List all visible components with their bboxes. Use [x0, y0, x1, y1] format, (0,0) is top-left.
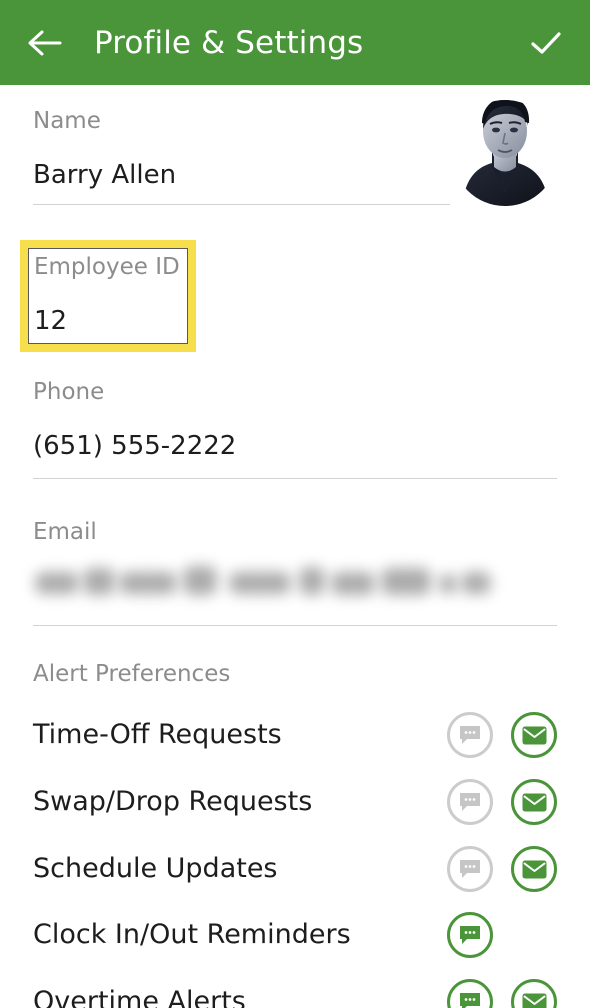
chat-bubble-icon — [460, 860, 480, 878]
alert-row-overtime-alerts: Overtime Alerts — [0, 969, 590, 1008]
alert-label: Swap/Drop Requests — [33, 786, 313, 817]
profile-settings-screen: Profile & Settings Name Barry Allen Empl… — [0, 0, 590, 1008]
field-email-value-redacted[interactable] — [33, 558, 491, 610]
field-name-underline — [33, 204, 450, 205]
avatar[interactable] — [452, 93, 558, 209]
chat-bubble-icon — [460, 726, 480, 744]
field-phone-value[interactable]: (651) 555-2222 — [33, 430, 236, 462]
envelope-icon — [522, 726, 546, 744]
sms-toggle-schedule-updates[interactable] — [447, 846, 493, 892]
email-toggle-time-off-requests[interactable] — [511, 712, 557, 758]
alert-label: Overtime Alerts — [33, 986, 246, 1008]
field-phone[interactable]: Phone (651) 555-2222 — [33, 378, 236, 462]
chat-bubble-icon — [460, 926, 480, 944]
field-employee-id[interactable]: Employee ID 12 — [34, 253, 180, 337]
chat-bubble-icon — [460, 793, 480, 811]
field-name[interactable]: Name Barry Allen — [33, 107, 176, 191]
sms-toggle-swap-drop-requests[interactable] — [447, 779, 493, 825]
email-toggle-swap-drop-requests[interactable] — [511, 779, 557, 825]
field-phone-underline — [33, 478, 557, 479]
alert-row-swap-drop-requests: Swap/Drop Requests — [0, 769, 590, 835]
check-icon — [531, 31, 561, 54]
alert-label: Schedule Updates — [33, 853, 278, 884]
back-button[interactable] — [22, 20, 68, 66]
chat-bubble-icon — [460, 993, 480, 1008]
field-email[interactable]: Email — [33, 518, 97, 546]
alert-row-schedule-updates: Schedule Updates — [0, 836, 590, 902]
alert-preferences-heading: Alert Preferences — [33, 661, 231, 687]
field-employee-id-label: Employee ID — [34, 254, 180, 280]
alert-label: Time-Off Requests — [33, 719, 282, 750]
field-phone-label: Phone — [33, 379, 105, 405]
sms-toggle-time-off-requests[interactable] — [447, 712, 493, 758]
page-title: Profile & Settings — [94, 24, 364, 61]
email-toggle-schedule-updates[interactable] — [511, 846, 557, 892]
save-confirm-button[interactable] — [524, 21, 568, 65]
sms-toggle-overtime-alerts[interactable] — [447, 979, 493, 1008]
field-name-value[interactable]: Barry Allen — [33, 159, 176, 191]
envelope-icon — [522, 793, 546, 811]
alert-row-clock-in-out-reminders: Clock In/Out Reminders — [0, 902, 590, 968]
alert-row-time-off-requests: Time-Off Requests — [0, 702, 590, 768]
arrow-left-icon — [28, 30, 62, 55]
field-employee-id-value[interactable]: 12 — [34, 305, 180, 337]
app-bar: Profile & Settings — [0, 0, 590, 85]
email-toggle-overtime-alerts[interactable] — [511, 979, 557, 1008]
envelope-icon — [522, 860, 546, 878]
field-name-label: Name — [33, 108, 101, 134]
field-email-underline — [33, 625, 557, 626]
alert-label: Clock In/Out Reminders — [33, 919, 351, 950]
sms-toggle-clock-in-out-reminders[interactable] — [447, 912, 493, 958]
envelope-icon — [522, 993, 546, 1008]
field-email-label: Email — [33, 519, 97, 545]
